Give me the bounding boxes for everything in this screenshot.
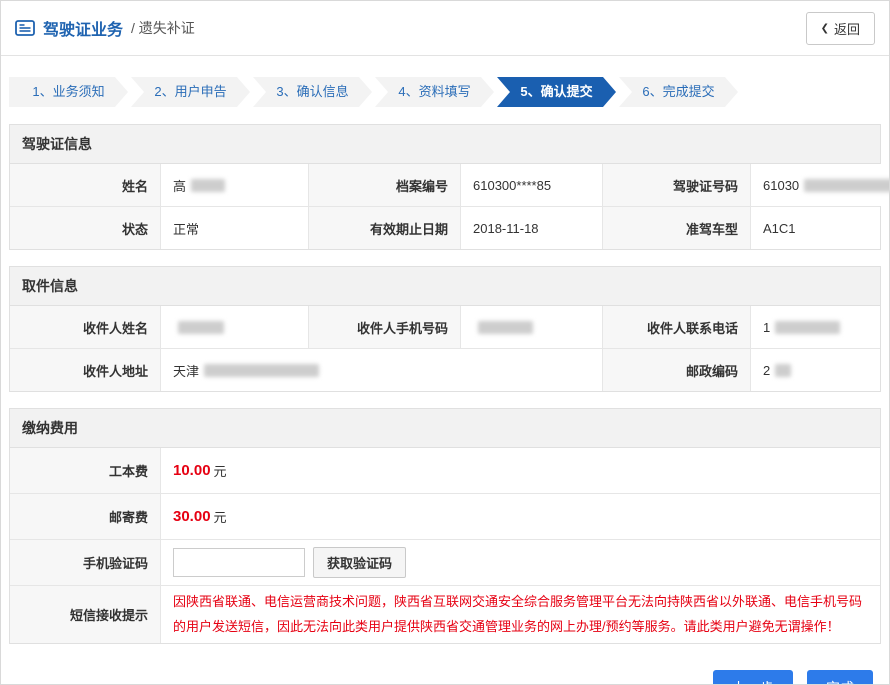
redacted-text: [804, 179, 890, 192]
footer-actions: 上一步 完成: [1, 660, 889, 685]
table-row: 邮寄费 30.00 元: [10, 494, 880, 540]
field-label-file-no: 档案编号: [308, 164, 460, 206]
field-value-recipient-address: 天津: [160, 349, 602, 391]
redacted-text: [478, 321, 533, 334]
sms-code-row: 获取验证码: [160, 540, 880, 585]
sms-notice-text: 因陕西省联通、电信运营商技术问题，陕西省互联网交通安全综合服务管理平台无法向持陕…: [173, 590, 868, 639]
field-label-recipient-address: 收件人地址: [10, 349, 160, 391]
field-value-vehicle-class: A1C1: [750, 207, 880, 249]
section-title: 取件信息: [10, 267, 880, 306]
redacted-text: [191, 179, 225, 192]
license-info-section: 驾驶证信息 姓名 高 档案编号 610300****85 驾驶证号码 61030…: [9, 124, 881, 250]
sms-notice-cell: 因陕西省联通、电信运营商技术问题，陕西省互联网交通安全综合服务管理平台无法向持陕…: [160, 586, 880, 643]
step-6-complete: 6、完成提交: [619, 77, 738, 107]
page-subtitle: / 遗失补证: [131, 18, 195, 38]
step-4-fill-data: 4、资料填写: [375, 77, 494, 107]
sms-code-input[interactable]: [173, 548, 305, 577]
fee-amount: 30.00: [173, 508, 211, 525]
field-label-recipient-name: 收件人姓名: [10, 306, 160, 348]
field-label-license-no: 驾驶证号码: [602, 164, 750, 206]
fees-section: 缴纳费用 工本费 10.00 元 邮寄费 30.00 元 手机验证码 获取验证码…: [9, 408, 881, 644]
field-value-recipient-mobile: [460, 306, 602, 348]
field-label-production-fee: 工本费: [10, 448, 160, 493]
license-card-icon: [15, 20, 35, 36]
redacted-text: [178, 321, 224, 334]
field-label-sms-notice: 短信接收提示: [10, 586, 160, 643]
section-title: 缴纳费用: [10, 409, 880, 448]
chevron-left-icon: ❮: [821, 23, 829, 34]
table-row: 工本费 10.00 元: [10, 448, 880, 494]
field-label-expiry: 有效期止日期: [308, 207, 460, 249]
field-value-name: 高: [160, 164, 308, 206]
field-value-recipient-name: [160, 306, 308, 348]
step-1-notice: 1、业务须知: [9, 77, 128, 107]
field-value-postage-fee: 30.00 元: [160, 494, 880, 539]
page: 驾驶证业务 / 遗失补证 ❮ 返回 1、业务须知 2、用户申告 3、确认信息 4…: [0, 0, 890, 685]
field-label-recipient-mobile: 收件人手机号码: [308, 306, 460, 348]
step-5-confirm-submit: 5、确认提交: [497, 77, 616, 107]
back-button[interactable]: ❮ 返回: [806, 12, 875, 45]
fee-amount: 10.00: [173, 462, 211, 479]
field-label-postal-code: 邮政编码: [602, 349, 750, 391]
field-label-sms-code: 手机验证码: [10, 540, 160, 585]
step-3-confirm-info: 3、确认信息: [253, 77, 372, 107]
table-row: 短信接收提示 因陕西省联通、电信运营商技术问题，陕西省互联网交通安全综合服务管理…: [10, 586, 880, 643]
redacted-text: [775, 321, 840, 334]
field-value-production-fee: 10.00 元: [160, 448, 880, 493]
step-2-declaration: 2、用户申告: [131, 77, 250, 107]
pickup-info-section: 取件信息 收件人姓名 收件人手机号码 收件人联系电话 1 收件人地址 天津 邮政…: [9, 266, 881, 392]
previous-step-button[interactable]: 上一步: [713, 670, 793, 685]
back-button-label: 返回: [834, 19, 860, 38]
redacted-text: [204, 364, 319, 377]
field-value-expiry: 2018-11-18: [460, 207, 602, 249]
field-value-status: 正常: [160, 207, 308, 249]
page-header: 驾驶证业务 / 遗失补证 ❮ 返回: [1, 1, 889, 56]
step-wizard: 1、业务须知 2、用户申告 3、确认信息 4、资料填写 5、确认提交 6、完成提…: [9, 77, 881, 107]
table-row: 状态 正常 有效期止日期 2018-11-18 准驾车型 A1C1: [10, 207, 880, 249]
field-label-vehicle-class: 准驾车型: [602, 207, 750, 249]
field-label-postage-fee: 邮寄费: [10, 494, 160, 539]
breadcrumb: 驾驶证业务 / 遗失补证: [15, 16, 195, 40]
field-label-status: 状态: [10, 207, 160, 249]
fee-unit: 元: [214, 507, 227, 526]
field-label-name: 姓名: [10, 164, 160, 206]
field-label-recipient-phone: 收件人联系电话: [602, 306, 750, 348]
table-row: 姓名 高 档案编号 610300****85 驾驶证号码 61030: [10, 164, 880, 207]
field-value-file-no: 610300****85: [460, 164, 602, 206]
table-row: 收件人地址 天津 邮政编码 2: [10, 349, 880, 391]
field-value-postal-code: 2: [750, 349, 880, 391]
finish-button[interactable]: 完成: [807, 670, 873, 685]
section-title: 驾驶证信息: [10, 125, 880, 164]
field-value-license-no: 61030: [750, 164, 890, 206]
fee-unit: 元: [214, 461, 227, 480]
redacted-text: [775, 364, 791, 377]
page-title: 驾驶证业务: [43, 16, 123, 40]
table-row: 收件人姓名 收件人手机号码 收件人联系电话 1: [10, 306, 880, 349]
get-code-button[interactable]: 获取验证码: [313, 547, 406, 578]
table-row: 手机验证码 获取验证码: [10, 540, 880, 586]
field-value-recipient-phone: 1: [750, 306, 880, 348]
